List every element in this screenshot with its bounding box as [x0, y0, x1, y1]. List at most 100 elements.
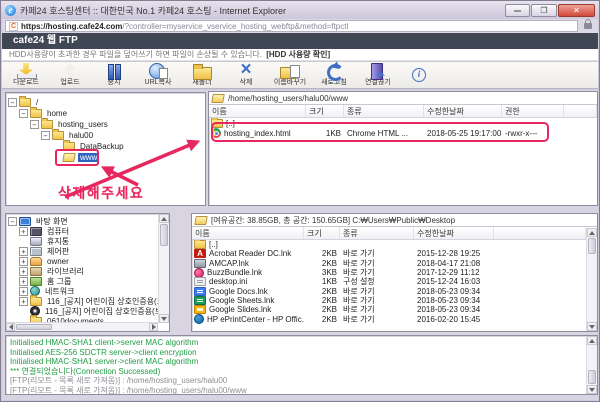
- local-file-row[interactable]: Acrobat Reader DC.lnk 2KB 바로 가기 2015-12-…: [192, 249, 586, 258]
- scroll-down-button[interactable]: [587, 385, 597, 394]
- file-type: 바로 가기: [343, 286, 375, 296]
- local-tree-item[interactable]: 컴퓨터: [6, 226, 158, 236]
- tree-expander-icon[interactable]: [19, 296, 28, 306]
- local-tree-item[interactable]: 네트워크: [6, 286, 158, 296]
- remote-file-row[interactable]: [..]: [209, 118, 597, 128]
- file-name: [..]: [226, 118, 235, 128]
- local-tree-hscrollbar[interactable]: [6, 322, 158, 331]
- tree-expander-icon[interactable]: [8, 98, 17, 107]
- toolbar-button[interactable]: 다운로드: [4, 62, 48, 88]
- minimize-button[interactable]: —: [505, 3, 530, 17]
- local-tree-vscrollbar[interactable]: [158, 214, 169, 323]
- tree-expander-icon[interactable]: [19, 246, 28, 256]
- current-folder-icon: [211, 93, 225, 103]
- scroll-up-button[interactable]: [159, 214, 169, 223]
- column-header[interactable]: 종류: [344, 105, 424, 117]
- folder-icon: [30, 107, 42, 118]
- log-line: *** 연결되었습니다(Connection Successed): [10, 366, 161, 376]
- close-button[interactable]: ✕: [558, 3, 595, 17]
- file-name: AMCAP.lnk: [209, 258, 249, 268]
- file-type: 바로 가기: [343, 314, 375, 324]
- local-tree-item[interactable]: 휴지통: [6, 236, 158, 246]
- tree-expander-icon[interactable]: [8, 216, 17, 226]
- log-vscrollbar[interactable]: [586, 336, 597, 394]
- tree-expander-icon[interactable]: [19, 256, 28, 266]
- toolbar-button[interactable]: 중지: [92, 62, 136, 88]
- remote-tree-item[interactable]: home: [6, 107, 205, 119]
- file-date: 2015-12-28 19:25: [417, 249, 481, 259]
- remote-file-row[interactable]: hosting_index.html 1KB Chrome HTML ... 2…: [209, 128, 597, 138]
- local-file-row[interactable]: [..]: [192, 240, 586, 250]
- scroll-left-button[interactable]: [6, 323, 15, 331]
- toolbar-button[interactable]: 삭제: [224, 61, 268, 88]
- local-tree-item[interactable]: owner: [6, 256, 158, 266]
- column-header[interactable]: [494, 227, 586, 239]
- file-icon: [194, 286, 206, 296]
- toolbar-button-label: 연결끊기: [365, 79, 391, 86]
- scroll-right-button[interactable]: [149, 323, 158, 331]
- file-size: [306, 118, 344, 128]
- hdd-notice: HDD사용량이 초과한 경우 파일을 덮어쓰기 하면 파일이 손상될 수 있습니…: [2, 49, 598, 61]
- local-file-row[interactable]: AMCAP.lnk 2KB 바로 가기 2018-04-17 21:08: [192, 258, 586, 268]
- tree-expander-icon[interactable]: [41, 131, 50, 140]
- tree-expander-icon[interactable]: [19, 266, 28, 276]
- toolbar-button-icon: [368, 63, 388, 80]
- tree-expander-icon[interactable]: [30, 120, 39, 129]
- local-tree-item[interactable]: 제어판: [6, 246, 158, 256]
- scrollbar-thumb[interactable]: [16, 324, 52, 330]
- local-tree-item[interactable]: 116_[공지] 어린이집 상호인증용(보안인증) IC단말: [6, 306, 158, 316]
- hdd-usage-check-link[interactable]: [HDD 사용량 확인]: [266, 50, 330, 59]
- column-header[interactable]: 종류: [340, 227, 414, 239]
- local-file-row[interactable]: Google Docs.lnk 2KB 바로 가기 2018-05-23 09:…: [192, 286, 586, 296]
- tree-expander-icon[interactable]: [19, 226, 28, 236]
- column-header[interactable]: 수정한날짜: [414, 227, 494, 239]
- column-header[interactable]: 수정한날짜: [424, 105, 502, 117]
- local-path-bar: [여유공간: 38.85GB, 총 공간: 150.65GB] C:₩Users…: [192, 214, 597, 227]
- scroll-down-button[interactable]: [159, 314, 169, 323]
- scrollbar-thumb[interactable]: [588, 370, 596, 384]
- scroll-up-button[interactable]: [587, 336, 597, 345]
- local-tree-item[interactable]: 116_[공지] 어린이집 상호인증용(보안인증) IC단말: [6, 294, 158, 306]
- folder-icon: [52, 129, 64, 140]
- tree-expander-icon[interactable]: [19, 286, 28, 296]
- column-header[interactable]: 권한: [502, 105, 564, 117]
- local-file-row[interactable]: BuzzBundle.lnk 3KB 바로 가기 2017-12-29 11:1…: [192, 267, 586, 278]
- local-files-vscrollbar[interactable]: [586, 228, 597, 331]
- column-header[interactable]: [564, 105, 597, 117]
- remote-tree-item[interactable]: DataBackup: [6, 140, 205, 152]
- url-input[interactable]: C https://hosting.cafe24.com /?controlle…: [5, 20, 578, 32]
- local-file-row[interactable]: HP ePrintCenter - HP Offic... 2KB 바로 가기 …: [192, 314, 586, 324]
- scrollbar-thumb[interactable]: [588, 238, 596, 254]
- toolbar-button[interactable]: 업로드: [48, 62, 92, 88]
- column-header[interactable]: 이름: [209, 105, 306, 117]
- scroll-down-button[interactable]: [587, 322, 597, 331]
- tree-expander-icon[interactable]: [19, 276, 28, 286]
- local-tree-item[interactable]: 홈 그룹: [6, 276, 158, 286]
- toolbar-button[interactable]: URL복사: [136, 62, 180, 88]
- local-file-row[interactable]: Google Slides.lnk 2KB 바로 가기 2018-05-23 0…: [192, 305, 586, 314]
- local-tree-item[interactable]: 라이브러리: [6, 266, 158, 276]
- info-icon[interactable]: i: [412, 68, 426, 82]
- toolbar-button[interactable]: 연결끊기: [356, 62, 400, 88]
- tree-expander-icon[interactable]: [19, 109, 28, 118]
- remote-tree-item[interactable]: www: [6, 152, 205, 163]
- remote-tree-item[interactable]: halu00: [6, 129, 205, 141]
- toolbar-button[interactable]: 새로고침: [312, 62, 356, 88]
- column-header[interactable]: 크기: [304, 227, 340, 239]
- maximize-button[interactable]: ❐: [531, 3, 557, 17]
- tree-item-label: hosting_users: [58, 120, 108, 129]
- toolbar-button-icon: [236, 61, 256, 79]
- toolbar-button[interactable]: 이름바꾸기: [268, 62, 312, 88]
- toolbar-button[interactable]: 새폴더: [180, 62, 224, 88]
- column-header[interactable]: 이름: [192, 227, 304, 239]
- file-size: 2KB: [321, 295, 337, 305]
- tree-item-icon: [30, 266, 42, 276]
- column-header[interactable]: 크기: [306, 105, 344, 117]
- remote-tree-item[interactable]: hosting_users: [6, 118, 205, 130]
- local-file-row[interactable]: desktop.ini 1KB 구성 설정 2015-12-24 16:03: [192, 277, 586, 286]
- scroll-up-button[interactable]: [587, 228, 597, 237]
- local-file-row[interactable]: Google Sheets.lnk 2KB 바로 가기 2018-05-23 0…: [192, 295, 586, 305]
- local-tree-item[interactable]: 바탕 화면: [6, 216, 158, 226]
- tree-item-label: 116_[공지] 어린이집 상호인증용(보안인증) IC단말: [45, 306, 158, 316]
- scrollbar-thumb[interactable]: [160, 224, 168, 246]
